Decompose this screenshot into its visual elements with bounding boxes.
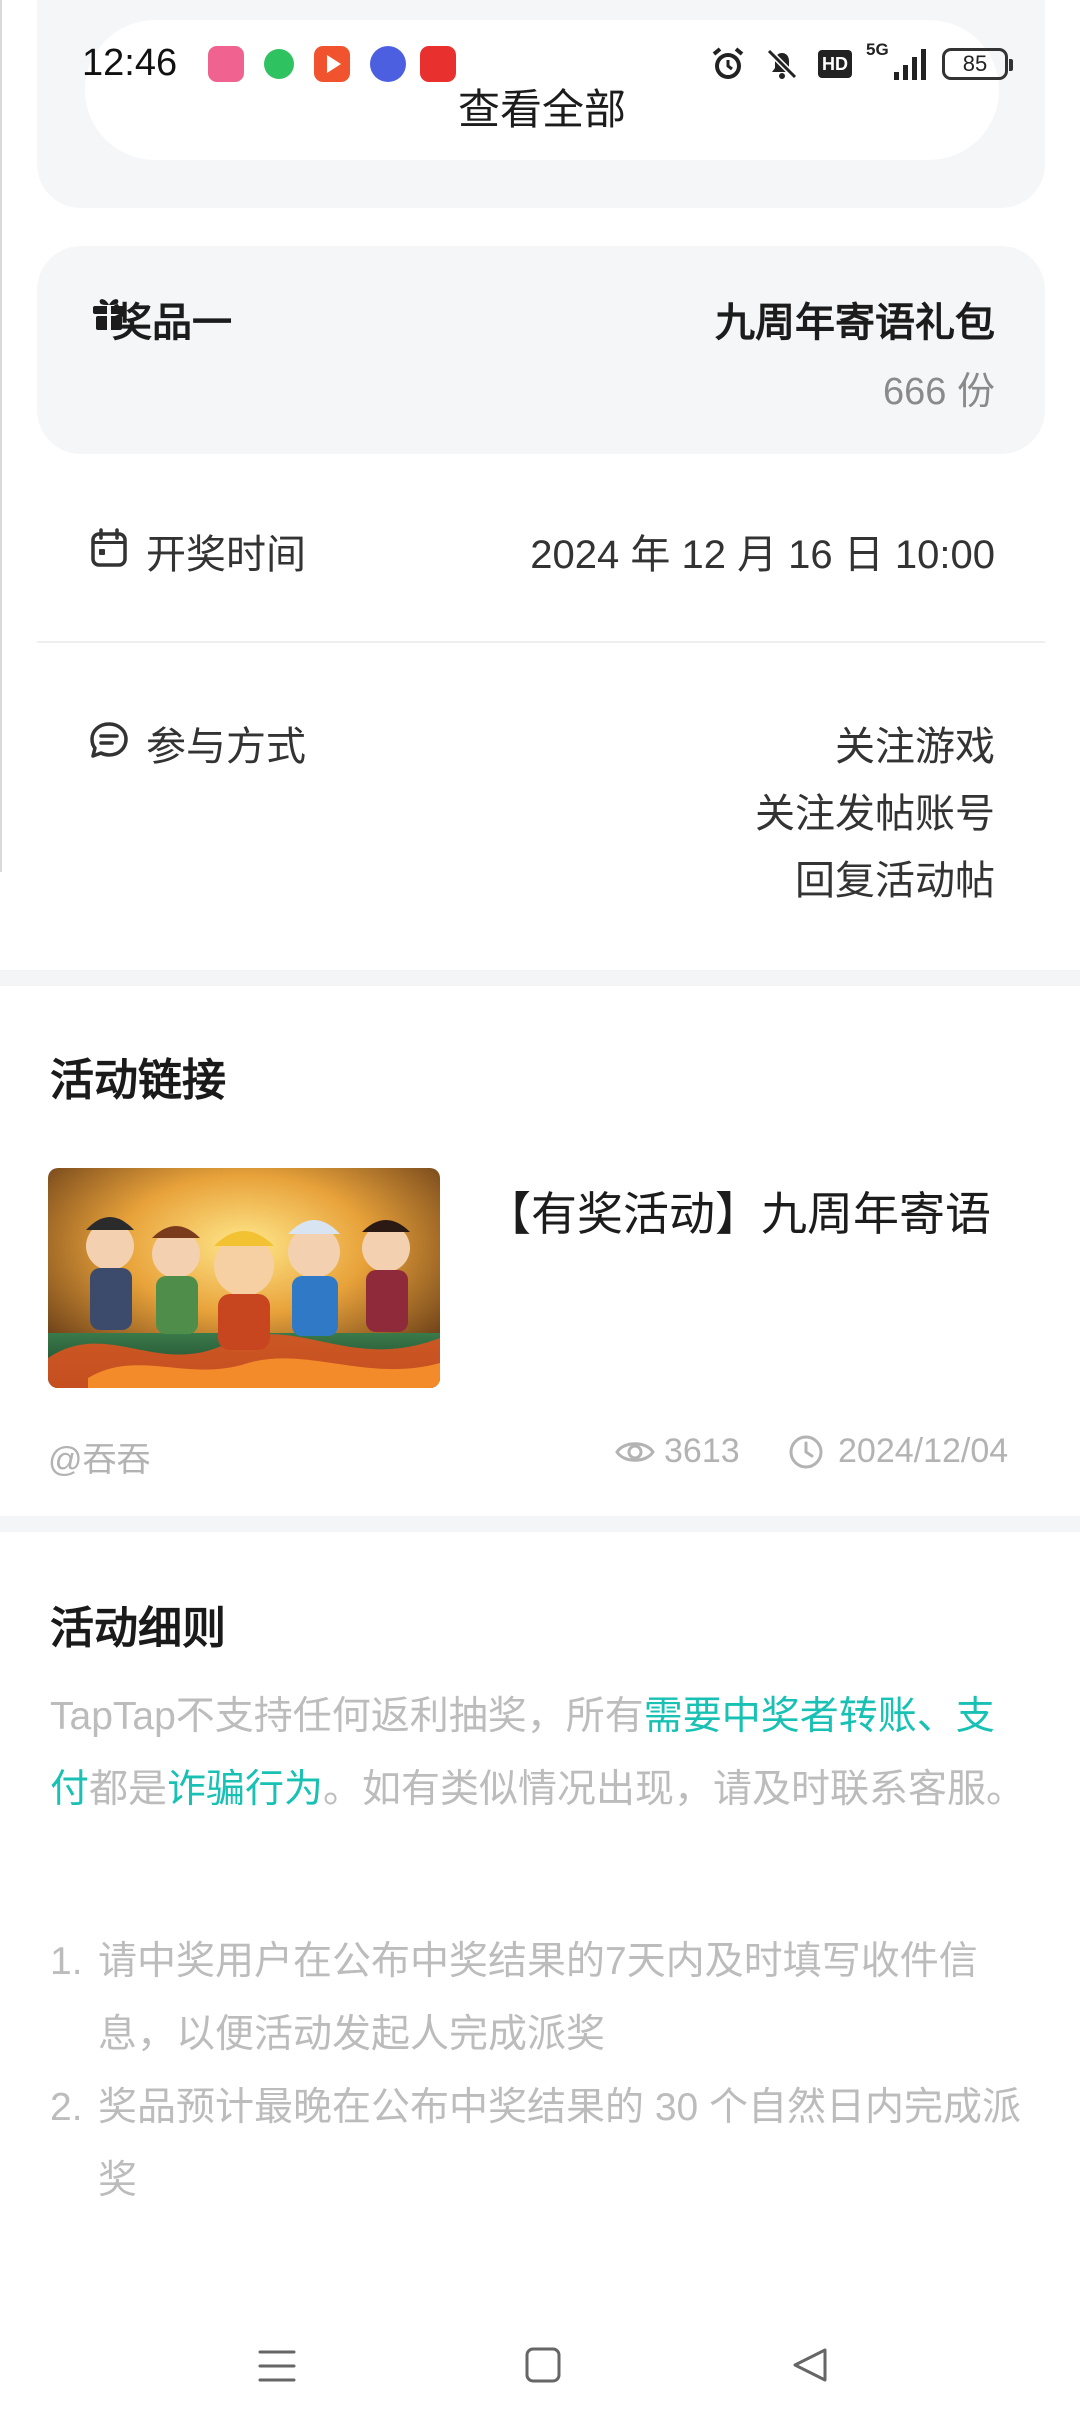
participation-label: 参与方式 bbox=[146, 725, 306, 769]
lottery-detail-page: 查看全部 12:46 HD 5G 85 奖品一 九周年寄语礼包 666 份 开奖… bbox=[0, 0, 1080, 2414]
warning-text: TapTap不支持任何返利抽奖，所有 bbox=[50, 1695, 644, 1738]
section-separator bbox=[0, 1516, 1080, 1532]
draw-time-label: 开奖时间 bbox=[146, 533, 306, 577]
participation-method: 关注发帖账号 bbox=[755, 792, 995, 836]
status-bar: 12:46 HD 5G 85 bbox=[0, 0, 1080, 130]
post-thumbnail[interactable] bbox=[48, 1168, 440, 1388]
prize-count: 666 份 bbox=[883, 371, 995, 413]
menu-icon[interactable] bbox=[257, 2348, 297, 2384]
post-views: 3613 bbox=[664, 1432, 740, 1470]
battery-indicator: 85 bbox=[942, 48, 1013, 80]
tieba-icon bbox=[370, 46, 406, 82]
left-edge-rule bbox=[0, 0, 2, 872]
signal-icon bbox=[894, 49, 926, 80]
post-title-link[interactable]: 【有奖活动】九周年寄语 bbox=[485, 1178, 991, 1244]
chat-icon bbox=[90, 722, 128, 758]
home-icon[interactable] bbox=[524, 2346, 562, 2384]
eye-icon bbox=[615, 1442, 655, 1462]
rule-item: 2. 奖品预计最晚在公布中奖结果的 30 个自然日内完成派奖 bbox=[50, 2071, 1030, 2217]
post-date: 2024/12/04 bbox=[838, 1432, 1009, 1470]
warning-text: 都是 bbox=[89, 1768, 168, 1811]
network-type: 5G bbox=[866, 40, 889, 59]
divider bbox=[37, 641, 1045, 643]
section-separator bbox=[0, 970, 1080, 986]
status-time: 12:46 bbox=[82, 42, 178, 84]
mute-bell-icon bbox=[766, 48, 798, 80]
video-play-icon bbox=[314, 46, 350, 82]
participation-method: 关注游戏 bbox=[835, 725, 995, 769]
back-icon[interactable] bbox=[790, 2346, 830, 2384]
prize-name: 九周年寄语礼包 bbox=[715, 301, 995, 345]
qidian-icon bbox=[420, 46, 456, 82]
warning-text: 。如有类似情况出现，请及时联系客服。 bbox=[323, 1768, 1026, 1811]
alarm-icon bbox=[712, 47, 744, 79]
rule-item: 1. 请中奖用户在公布中奖结果的7天内及时填写收件信息，以便活动发起人完成派奖 bbox=[50, 1925, 1030, 2071]
post-author[interactable]: @吞吞 bbox=[48, 1432, 151, 1481]
rule-text: 奖品预计最晚在公布中奖结果的 30 个自然日内完成派奖 bbox=[98, 2086, 1022, 2202]
prize-card bbox=[37, 246, 1045, 454]
calendar-icon bbox=[91, 528, 127, 567]
chat-bubble-icon bbox=[264, 49, 294, 79]
participation-method: 回复活动帖 bbox=[795, 859, 995, 903]
rule-text: 请中奖用户在公布中奖结果的7天内及时填写收件信息，以便活动发起人完成派奖 bbox=[98, 1940, 978, 2056]
warning-highlight: 诈骗行为 bbox=[167, 1768, 324, 1811]
rules-title: 活动细则 bbox=[50, 1604, 226, 1653]
bilibili-icon bbox=[208, 46, 244, 82]
hd-label: HD bbox=[818, 50, 852, 78]
system-navigation-bar bbox=[0, 2300, 1080, 2414]
draw-time-value: 2024 年 12 月 16 日 10:00 bbox=[530, 533, 995, 577]
clock-icon bbox=[789, 1435, 823, 1469]
rule-number: 2. bbox=[50, 2086, 83, 2129]
fraud-warning-text: TapTap不支持任何返利抽奖，所有需要中奖者转账、支付都是诈骗行为。如有类似情… bbox=[50, 1680, 1030, 1826]
prize-label: 奖品一 bbox=[112, 301, 232, 345]
activity-link-title: 活动链接 bbox=[50, 1056, 226, 1105]
rule-number: 1. bbox=[50, 1940, 83, 1983]
